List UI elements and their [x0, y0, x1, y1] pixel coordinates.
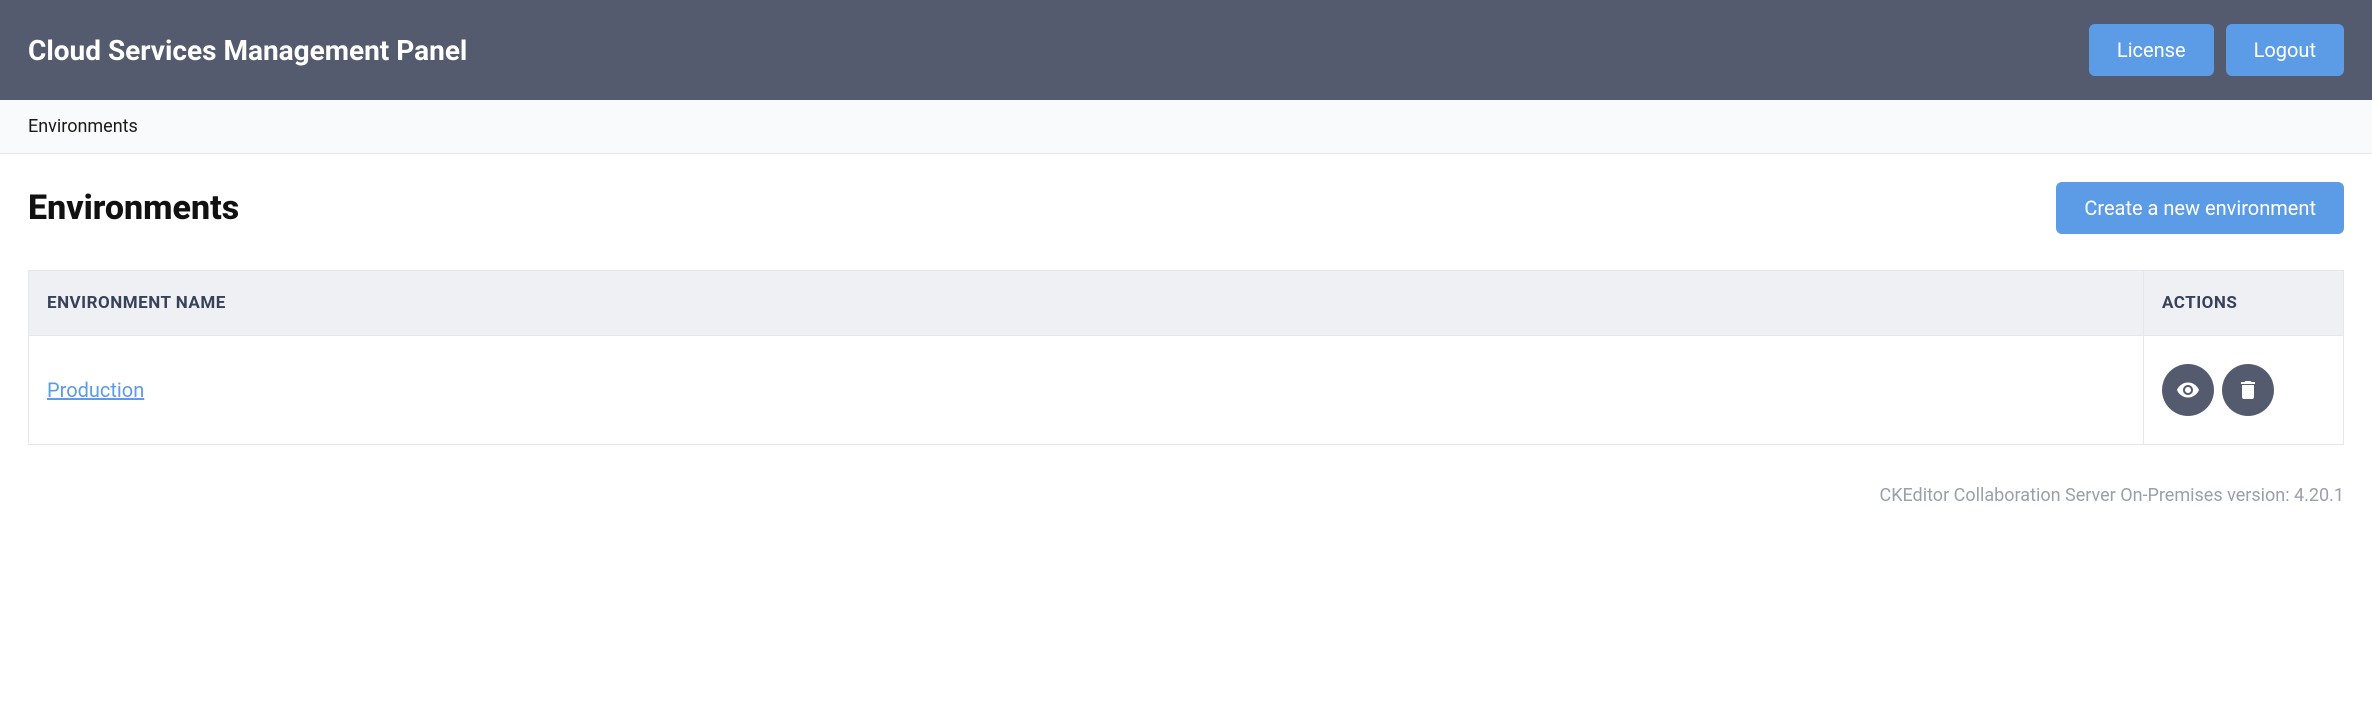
- footer-version: CKEditor Collaboration Server On-Premise…: [0, 473, 2372, 518]
- environment-link[interactable]: Production: [47, 378, 144, 402]
- header-actions: License Logout: [2089, 24, 2344, 76]
- breadcrumb: Environments: [0, 100, 2372, 154]
- row-actions: [2162, 364, 2325, 416]
- app-title: Cloud Services Management Panel: [28, 34, 467, 67]
- breadcrumb-current[interactable]: Environments: [28, 116, 138, 137]
- page-title: Environments: [28, 188, 239, 228]
- environments-table: Environment name Actions Production: [28, 270, 2344, 445]
- create-environment-button[interactable]: Create a new environment: [2056, 182, 2344, 234]
- eye-icon: [2176, 378, 2200, 402]
- logout-button[interactable]: Logout: [2226, 24, 2344, 76]
- license-button[interactable]: License: [2089, 24, 2214, 76]
- top-header: Cloud Services Management Panel License …: [0, 0, 2372, 100]
- view-button[interactable]: [2162, 364, 2214, 416]
- page-header-row: Environments Create a new environment: [28, 182, 2344, 234]
- trash-icon: [2236, 378, 2260, 402]
- table-row: Production: [29, 336, 2344, 445]
- main-content: Environments Create a new environment En…: [0, 154, 2372, 473]
- column-header-actions: Actions: [2144, 271, 2344, 336]
- delete-button[interactable]: [2222, 364, 2274, 416]
- column-header-name: Environment name: [29, 271, 2144, 336]
